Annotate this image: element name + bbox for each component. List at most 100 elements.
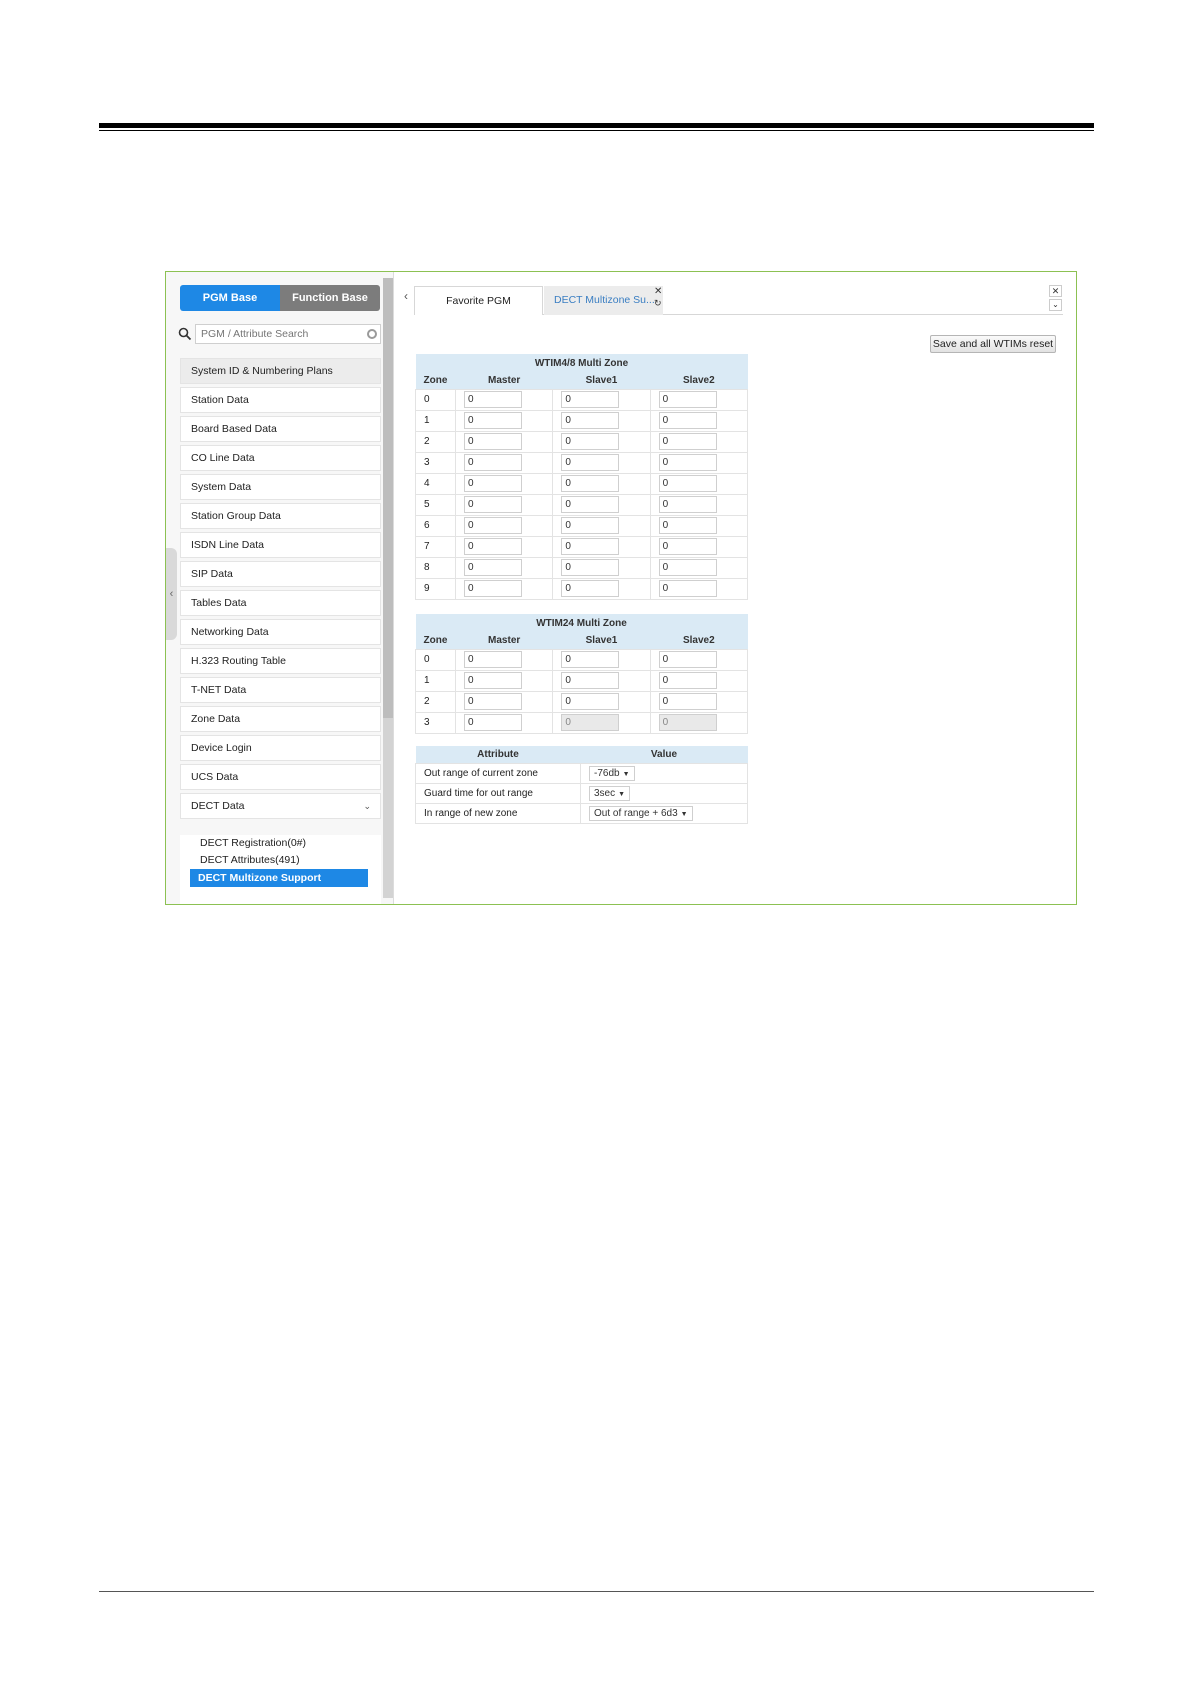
master-input[interactable] [464, 693, 522, 710]
subitem-dect-registration[interactable]: DECT Registration(0#) [180, 835, 381, 852]
subitem-dect-multizone-support[interactable]: DECT Multizone Support [190, 869, 368, 887]
master-input[interactable] [464, 475, 522, 492]
table-row: Out range of current zone -76db ▼ [415, 762, 748, 784]
sidebar-item-system-id[interactable]: System ID & Numbering Plans [180, 358, 381, 384]
attribute-table: Attribute Value Out range of current zon… [415, 746, 748, 824]
slave2-input[interactable] [658, 693, 717, 710]
sidebar-item-sip-data[interactable]: SIP Data [180, 561, 381, 587]
sidebar-item-board-based-data[interactable]: Board Based Data [180, 416, 381, 442]
save-and-reset-button[interactable]: Save and all WTIMs reset [930, 335, 1056, 353]
slave1-input[interactable] [561, 538, 620, 555]
slave1-input[interactable] [561, 559, 620, 576]
slave1-input[interactable] [561, 433, 620, 450]
sidebar-item-station-group-data[interactable]: Station Group Data [180, 503, 381, 529]
slave1-input[interactable] [561, 391, 620, 408]
chevron-down-icon[interactable]: ⌄ [1049, 299, 1062, 311]
sidebar-scrollbar-thumb[interactable] [383, 278, 393, 718]
master-cell [454, 514, 554, 537]
attribute-select[interactable]: -76db ▼ [589, 765, 635, 781]
slave1-input[interactable] [561, 454, 620, 471]
slave2-input[interactable] [658, 559, 717, 576]
slave1-input[interactable] [561, 412, 620, 429]
slave2-input[interactable] [658, 391, 717, 408]
slave1-input[interactable] [561, 693, 620, 710]
zone-cell: 0 [415, 388, 456, 411]
sidebar-item-station-data[interactable]: Station Data [180, 387, 381, 413]
attribute-select[interactable]: Out of range + 6d3 ▼ [589, 805, 693, 821]
close-tab-icon[interactable]: ✕ [654, 286, 662, 297]
sidebar-item-dect-data[interactable]: DECT Data ⌄ [180, 793, 381, 819]
wtim48-multi-zone-table: WTIM4/8 Multi Zone Zone Master Slave1 Sl… [415, 354, 749, 600]
tab-favorite-pgm[interactable]: Favorite PGM [414, 286, 543, 315]
master-input[interactable] [464, 651, 522, 668]
zone-cell: 0 [415, 648, 456, 671]
sidebar-item-networking-data[interactable]: Networking Data [180, 619, 381, 645]
column-header: Slave2 [650, 632, 748, 649]
table-row: 2 [415, 430, 749, 453]
zone-cell: 1 [415, 669, 456, 692]
slave2-input[interactable] [658, 412, 717, 429]
slave1-input[interactable] [561, 580, 620, 597]
search-input[interactable] [195, 324, 381, 344]
sidebar-item-t-net-data[interactable]: T-NET Data [180, 677, 381, 703]
sidebar-item-isdn-line-data[interactable]: ISDN Line Data [180, 532, 381, 558]
table-row: 3 [415, 711, 749, 734]
function-base-tab[interactable]: Function Base [280, 285, 380, 311]
attribute-value-cell: -76db ▼ [580, 762, 748, 784]
refresh-icon[interactable]: ↻ [654, 298, 662, 309]
zone-cell: 7 [415, 535, 456, 558]
slave2-input[interactable] [658, 475, 717, 492]
slave1-input[interactable] [561, 517, 620, 534]
attribute-select[interactable]: 3sec ▼ [589, 785, 631, 801]
slave2-input[interactable] [658, 538, 717, 555]
tab-dect-multizone[interactable]: DECT Multizone Su... [544, 286, 663, 315]
zone-cell: 2 [415, 690, 456, 713]
master-input[interactable] [464, 391, 522, 408]
sidebar-item-h323-routing-table[interactable]: H.323 Routing Table [180, 648, 381, 674]
slave2-input[interactable] [658, 433, 717, 450]
sidebar-item-device-login[interactable]: Device Login [180, 735, 381, 761]
master-input[interactable] [464, 433, 522, 450]
sidebar-menu: System ID & Numbering Plans Station Data… [180, 358, 381, 822]
master-input[interactable] [464, 496, 522, 513]
slave1-input[interactable] [561, 651, 620, 668]
close-icon[interactable]: ✕ [1049, 285, 1062, 297]
master-input[interactable] [464, 714, 522, 731]
master-cell [454, 430, 554, 453]
dropdown-arrow-icon: ▼ [680, 810, 688, 818]
slave1-cell [552, 472, 651, 495]
subitem-dect-attributes[interactable]: DECT Attributes(491) [180, 852, 381, 869]
slave2-input[interactable] [658, 580, 717, 597]
sidebar-item-zone-data[interactable]: Zone Data [180, 706, 381, 732]
slave2-input[interactable] [658, 454, 717, 471]
attribute-name: Guard time for out range [415, 782, 581, 804]
slave2-input[interactable] [658, 651, 717, 668]
slave1-input[interactable] [561, 496, 620, 513]
sidebar-item-system-data[interactable]: System Data [180, 474, 381, 500]
master-input[interactable] [464, 538, 522, 555]
master-cell [454, 577, 554, 600]
master-input[interactable] [464, 580, 522, 597]
master-input[interactable] [464, 559, 522, 576]
master-cell [454, 535, 554, 558]
master-input[interactable] [464, 412, 522, 429]
clear-search-icon[interactable] [367, 329, 377, 339]
master-input[interactable] [464, 454, 522, 471]
sidebar-item-ucs-data[interactable]: UCS Data [180, 764, 381, 790]
sidebar-collapse-icon[interactable]: ‹ [166, 548, 177, 640]
select-value: Out of range + 6d3 [594, 807, 678, 819]
column-header: Zone [415, 632, 456, 649]
zone-cell: 2 [415, 430, 456, 453]
pgm-base-tab[interactable]: PGM Base [180, 285, 280, 311]
sidebar-item-tables-data[interactable]: Tables Data [180, 590, 381, 616]
slave2-input[interactable] [658, 672, 717, 689]
slave1-input[interactable] [561, 475, 620, 492]
slave2-cell [649, 388, 749, 411]
sidebar-item-co-line-data[interactable]: CO Line Data [180, 445, 381, 471]
slave2-input[interactable] [658, 517, 717, 534]
master-input[interactable] [464, 517, 522, 534]
slave2-input[interactable] [658, 496, 717, 513]
master-input[interactable] [464, 672, 522, 689]
slave2-cell [649, 535, 749, 558]
slave1-input[interactable] [561, 672, 620, 689]
